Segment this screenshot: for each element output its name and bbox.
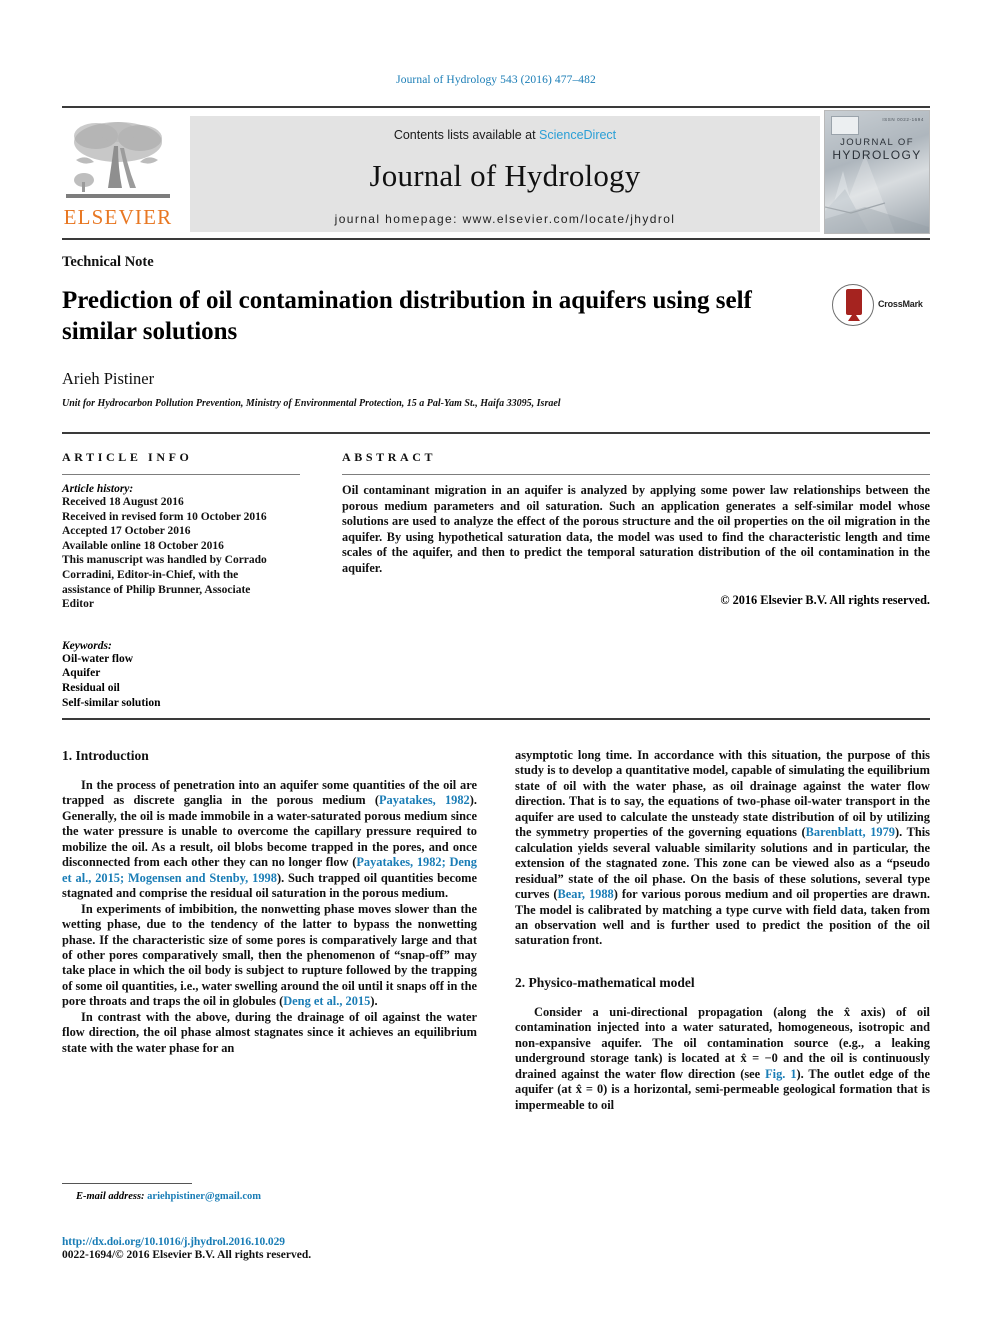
elsevier-tree-icon: [62, 116, 174, 204]
sciencedirect-link[interactable]: ScienceDirect: [539, 128, 616, 142]
keyword-item: Residual oil: [62, 681, 120, 694]
body-paragraph: In experiments of imbibition, the nonwet…: [62, 902, 477, 1010]
right-column-paragraphs: asymptotic long time. In accordance with…: [515, 748, 930, 949]
keyword-item: Aquifer: [62, 667, 101, 680]
abstract-label: ABSTRACT: [342, 450, 437, 464]
body-columns: 1. Introduction In the process of penetr…: [62, 748, 930, 1188]
citation-link[interactable]: Barenblatt, 1979: [806, 825, 895, 839]
body-paragraph: asymptotic long time. In accordance with…: [515, 748, 930, 949]
article-history-item: Accepted 17 October 2016: [62, 525, 191, 538]
right-column-paragraphs-2: Consider a uni-directional propagation (…: [515, 1005, 930, 1113]
keywords-list: Oil-water flow Aquifer Residual oil Self-si…: [62, 652, 300, 710]
section-heading-introduction: 1. Introduction: [62, 748, 149, 763]
abstract-copyright: © 2016 Elsevier B.V. All rights reserved…: [720, 592, 930, 607]
paper-page: Journal of Hydrology 543 (2016) 477–482: [0, 0, 992, 1323]
body-top-divider: [62, 718, 930, 720]
citation-link[interactable]: Deng et al., 2015: [283, 994, 370, 1008]
keywords-block: Keywords: Oil-water flow Aquifer Residual …: [62, 640, 300, 710]
keyword-item: Oil-water flow: [62, 652, 134, 665]
citation-link[interactable]: Bear, 1988: [558, 887, 614, 901]
paragraph-text: ).: [370, 994, 378, 1009]
journal-homepage-link[interactable]: journal homepage: www.elsevier.com/locat…: [190, 212, 820, 226]
abstract-column: ABSTRACT Oil contaminant migration in an…: [342, 450, 930, 608]
citation-link[interactable]: Payatakes, 1982: [379, 793, 470, 807]
article-history-item: Corradini, Editor-in-Chief, with the: [62, 568, 239, 581]
abstract-text: Oil contaminant migration in an aquifer …: [342, 483, 930, 575]
info-abstract-section: ARTICLE INFO Article history: Received 1…: [62, 432, 930, 709]
journal-title: Journal of Hydrology: [369, 158, 641, 193]
article-type-label: Technical Note: [62, 254, 154, 270]
journal-cover-thumbnail: ISSN 0022-1694 JOURNAL OF HYDROLOGY: [824, 110, 930, 234]
body-column-left: 1. Introduction In the process of penetr…: [62, 748, 477, 1056]
crossmark-icon: [832, 284, 874, 326]
author-affiliation: Unit for Hydrocarbon Pollution Preventio…: [62, 398, 561, 409]
page-title: Prediction of oil contamination distribu…: [62, 287, 752, 345]
body-paragraph: Consider a uni-directional propagation (…: [515, 1005, 930, 1113]
title-block: Technical Note Prediction of oil contami…: [62, 238, 930, 409]
citation-link[interactable]: Fig. 1: [765, 1067, 796, 1081]
article-info-divider: [62, 474, 300, 475]
issn-copyright-line: 0022-1694/© 2016 Elsevier B.V. All right…: [62, 1249, 312, 1261]
doi-block: http://dx.doi.org/10.1016/j.jhydrol.2016…: [62, 1236, 482, 1261]
paragraph-text: In experiments of imbibition, the nonwet…: [62, 901, 477, 1009]
journal-masthead: ELSEVIER Contents lists available at Sci…: [62, 106, 930, 234]
footnote-block: E-mail address: ariehpistiner@gmail.com: [62, 1183, 477, 1202]
crossmark-arrow-shape: [848, 312, 860, 321]
article-history-item: Received in revised form 10 October 2016: [62, 510, 267, 523]
left-column-paragraphs: In the process of penetration into an aq…: [62, 778, 477, 1056]
article-history-item: This manuscript was handled by Corrado: [62, 554, 267, 567]
doi-link[interactable]: http://dx.doi.org/10.1016/j.jhydrol.2016…: [62, 1236, 482, 1248]
cover-artwork: [825, 155, 929, 233]
article-info-column: ARTICLE INFO Article history: Received 1…: [62, 450, 300, 710]
keywords-heading: Keywords:: [62, 639, 112, 652]
abstract-divider: [342, 474, 930, 475]
email-footnote: E-mail address: ariehpistiner@gmail.com: [62, 1191, 477, 1202]
contents-available-line: Contents lists available at ScienceDirec…: [190, 116, 820, 142]
article-history-list: Received 18 August 2016 Received in revis…: [62, 495, 300, 612]
article-history-item: Available online 18 October 2016: [62, 539, 224, 552]
email-label: E-mail address:: [76, 1191, 145, 1202]
elsevier-logo: ELSEVIER: [62, 116, 182, 232]
masthead-banner: Contents lists available at ScienceDirec…: [190, 116, 820, 232]
section-heading-model: 2. Physico-mathematical model: [515, 974, 695, 990]
article-history-item: assistance of Philip Brunner, Associate: [62, 583, 251, 596]
author-name: Arieh Pistiner: [62, 369, 155, 388]
email-link[interactable]: ariehpistiner@gmail.com: [147, 1191, 261, 1202]
contents-prefix: Contents lists available at: [393, 128, 540, 142]
footnote-divider: [62, 1183, 192, 1184]
running-head: Journal of Hydrology 543 (2016) 477–482: [396, 74, 596, 86]
crossmark-badge[interactable]: CrossMark: [832, 284, 930, 328]
body-column-right: asymptotic long time. In accordance with…: [515, 748, 930, 1113]
article-history-item: Received 18 August 2016: [62, 496, 184, 508]
crossmark-label: CrossMark: [878, 299, 923, 309]
keyword-item: Self-similar solution: [62, 696, 161, 709]
body-paragraph: In contrast with the above, during the d…: [62, 1010, 477, 1056]
elsevier-wordmark: ELSEVIER: [63, 205, 173, 229]
paragraph-text: In contrast with the above, during the d…: [62, 1009, 477, 1055]
article-history-item: Editor: [62, 598, 94, 611]
article-info-label: ARTICLE INFO: [62, 450, 193, 464]
body-paragraph: In the process of penetration into an aq…: [62, 778, 477, 902]
article-history-heading: Article history:: [62, 483, 134, 495]
